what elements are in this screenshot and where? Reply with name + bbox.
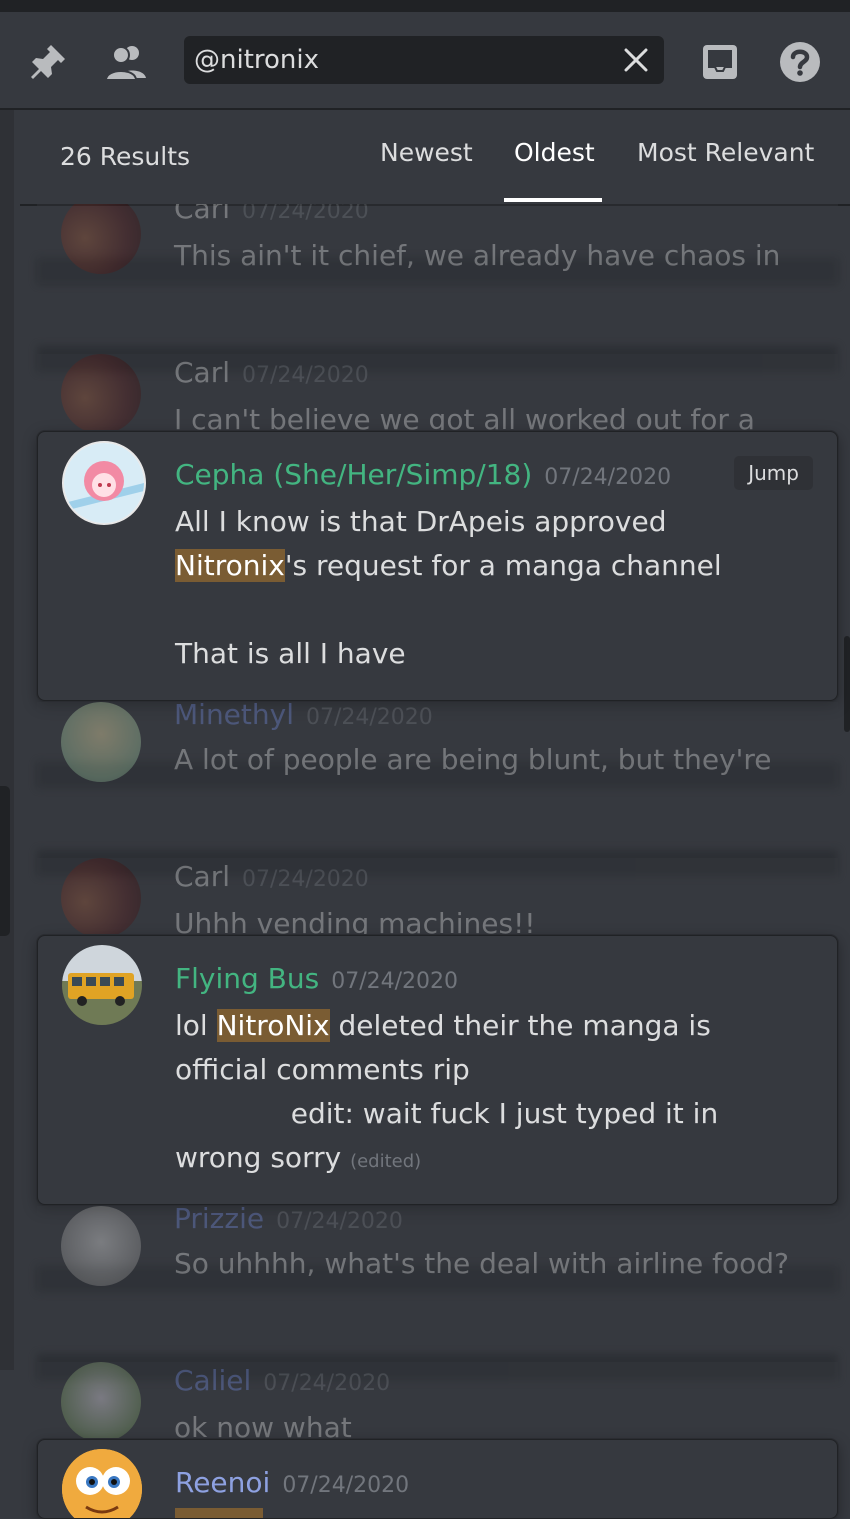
active-tab-indicator: [504, 198, 602, 202]
results-header: 26 Results Newest Oldest Most Relevant: [20, 110, 850, 206]
message-author[interactable]: Caliel 07/24/2020: [174, 1364, 390, 1397]
message-text: All I know is that DrApeis approved Nitr…: [175, 500, 797, 588]
help-icon[interactable]: [778, 40, 822, 84]
results-scrollbar[interactable]: [844, 636, 850, 732]
author-name[interactable]: Caliel: [174, 1364, 251, 1397]
message-text-part: edit: wait fuck I just typed it in wrong…: [175, 1097, 728, 1174]
message-text: A lot of people are being blunt, but the…: [174, 743, 772, 792]
message-text: So uhhhh, what's the deal with airline f…: [174, 1247, 789, 1280]
search-highlight: Nitronix: [175, 549, 285, 582]
message-timestamp: 07/24/2020: [305, 705, 433, 730]
context-message[interactable]: Carl 07/24/2020 This ain't it chief, we a…: [37, 204, 838, 284]
author-name[interactable]: Minethyl: [174, 702, 294, 731]
message-author[interactable]: Carl 07/24/2020: [174, 860, 369, 893]
author-name[interactable]: Carl: [174, 356, 230, 389]
avatar[interactable]: [61, 354, 141, 430]
avatar[interactable]: [62, 441, 146, 525]
search-input[interactable]: @nitronix: [184, 36, 664, 84]
members-icon[interactable]: [104, 40, 148, 84]
message-timestamp: 07/24/2020: [331, 969, 459, 994]
message-text-line2: edit: wait fuck I just typed it in wrong…: [175, 1092, 797, 1184]
inbox-icon[interactable]: [698, 40, 742, 84]
author-name[interactable]: Flying Bus: [175, 962, 319, 995]
avatar[interactable]: [61, 1206, 141, 1286]
avatar[interactable]: [62, 945, 142, 1025]
message-timestamp: 07/24/2020: [544, 465, 672, 490]
close-icon[interactable]: [620, 44, 652, 76]
avatar[interactable]: [61, 204, 141, 274]
message-author[interactable]: Carl 07/24/2020: [174, 204, 369, 225]
tab-most-relevant[interactable]: Most Relevant: [637, 138, 814, 167]
results-count: 26 Results: [60, 142, 191, 171]
jump-button[interactable]: Jump: [734, 456, 813, 490]
search-toolbar: @nitronix: [0, 12, 850, 110]
search-result-message[interactable]: Flying Bus 07/24/2020 lol NitroNix delete…: [37, 935, 838, 1205]
message-text-part: All I know is that DrApeis approved: [175, 505, 676, 538]
search-highlight: NitroNix: [216, 1009, 330, 1042]
context-message[interactable]: Caliel 07/24/2020 ok now what: [37, 1362, 838, 1438]
message-text-part: lol: [175, 1009, 217, 1042]
message-timestamp: 07/24/2020: [242, 867, 369, 892]
message-text-part: 's request for a manga channel: [284, 549, 722, 582]
context-message[interactable]: Carl 07/24/2020 I can't believe we got al…: [37, 354, 838, 430]
search-result-message[interactable]: Cepha (She/Her/Simp/18) 07/24/2020 Jump A…: [37, 431, 838, 701]
message-author[interactable]: Minethyl 07/24/2020: [174, 702, 433, 731]
message-author[interactable]: Reenoi 07/24/2020: [175, 1466, 409, 1499]
avatar[interactable]: [62, 1449, 142, 1518]
message-timestamp: 07/24/2020: [263, 1371, 391, 1396]
search-query[interactable]: @nitronix: [194, 45, 319, 75]
context-message[interactable]: Prizzie 07/24/2020 So uhhhh, what's the d…: [37, 1206, 838, 1296]
author-name[interactable]: Carl: [174, 204, 230, 225]
avatar[interactable]: [61, 702, 141, 782]
message-timestamp: 07/24/2020: [282, 1473, 410, 1498]
message-text: ok now what: [174, 1411, 352, 1438]
message-text-line2: That is all I have: [175, 637, 406, 670]
message-author[interactable]: Flying Bus 07/24/2020: [175, 962, 458, 995]
search-highlight: [175, 1508, 263, 1518]
message-text: Uhhh vending machines!!: [174, 907, 536, 934]
context-message[interactable]: Minethyl 07/24/2020 A lot of people are b…: [37, 702, 838, 792]
message-timestamp: 07/24/2020: [276, 1209, 403, 1234]
author-name[interactable]: Reenoi: [175, 1466, 270, 1499]
edited-label: (edited): [350, 1151, 422, 1172]
author-name[interactable]: Prizzie: [174, 1206, 264, 1235]
tab-oldest[interactable]: Oldest: [514, 138, 595, 167]
author-name[interactable]: Carl: [174, 860, 230, 893]
message-text: lol NitroNix deleted their the manga is …: [175, 1004, 797, 1092]
message-text: I can't believe we got all worked out fo…: [174, 403, 755, 430]
avatar[interactable]: [61, 1362, 141, 1438]
pin-icon[interactable]: [26, 40, 70, 84]
message-author[interactable]: Carl 07/24/2020: [174, 356, 369, 389]
author-name[interactable]: Cepha (She/Her/Simp/18): [175, 458, 532, 491]
search-result-message[interactable]: Reenoi 07/24/2020: [37, 1439, 838, 1519]
sidebar-scrollbar[interactable]: [0, 786, 10, 936]
message-timestamp: 07/24/2020: [242, 363, 369, 388]
message-author[interactable]: Prizzie 07/24/2020: [174, 1206, 403, 1235]
message-timestamp: 07/24/2020: [242, 204, 369, 224]
channel-sidebar-edge: [0, 110, 14, 1370]
avatar[interactable]: [61, 858, 141, 934]
message-author[interactable]: Cepha (She/Her/Simp/18) 07/24/2020: [175, 458, 671, 491]
context-message[interactable]: Carl 07/24/2020 Uhhh vending machines!!: [37, 858, 838, 934]
message-text: This ain't it chief, we already have cha…: [174, 239, 781, 284]
tab-newest[interactable]: Newest: [380, 138, 473, 167]
window-top-strip: [0, 0, 850, 12]
